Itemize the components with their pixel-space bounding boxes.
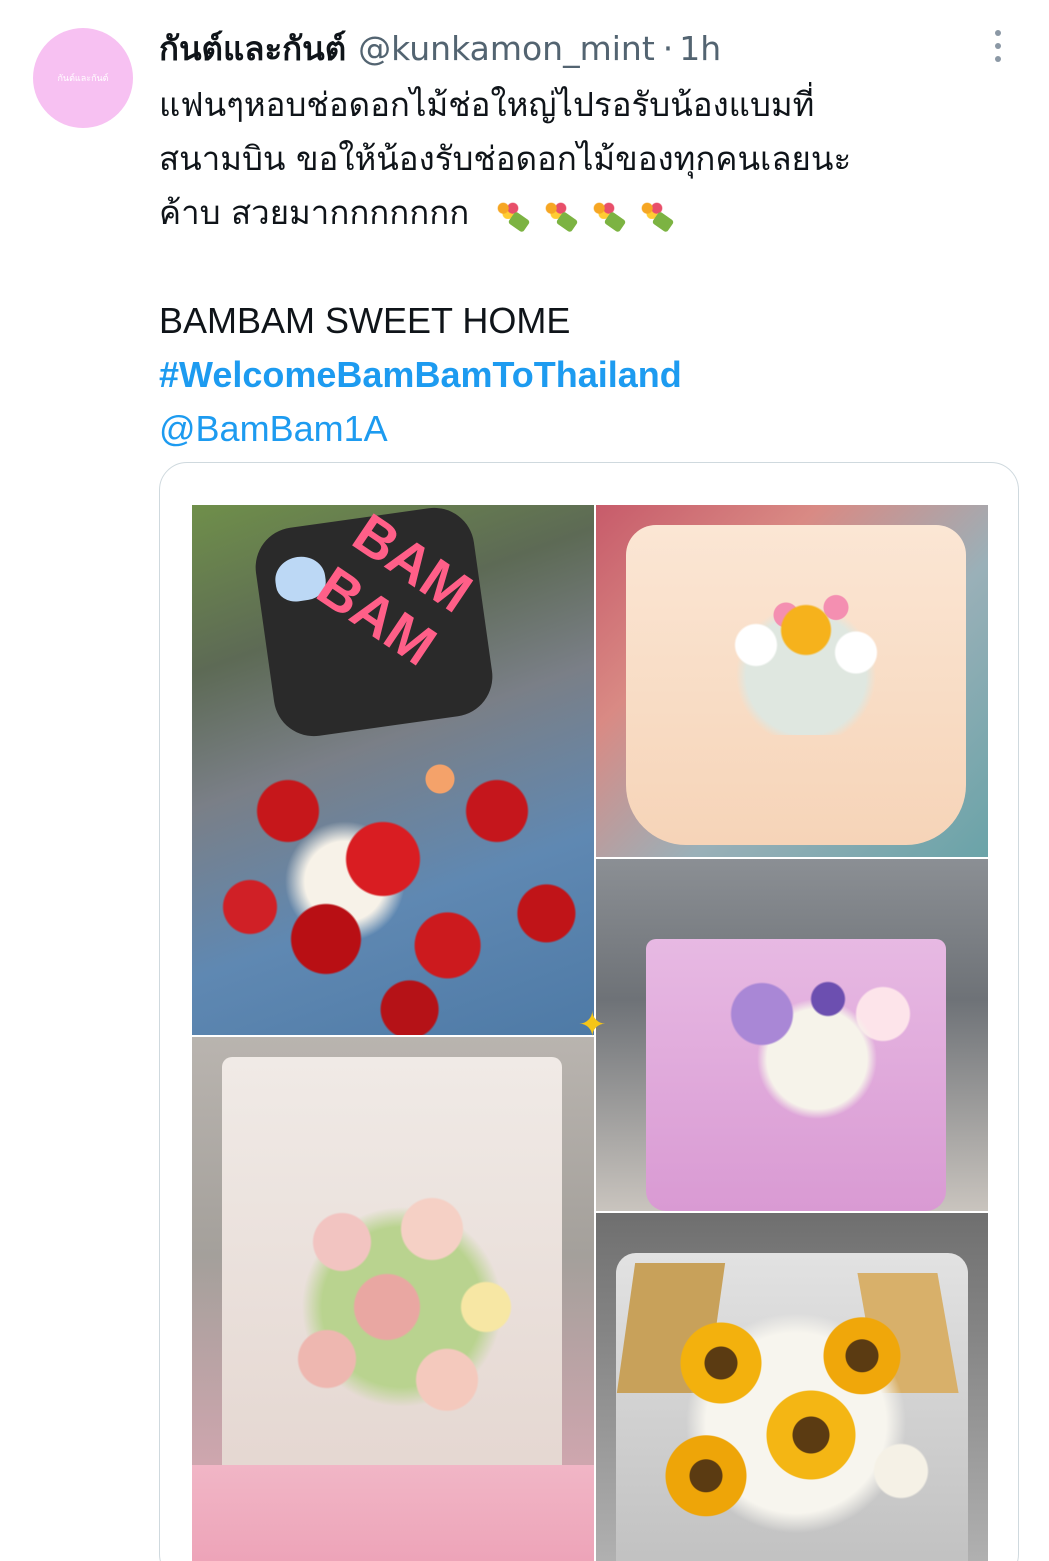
- tweet-text-line: สนามบิน ขอให้น้องรับช่อดอกไม้ของทุกคนเลย…: [159, 139, 852, 178]
- red-roses-bouquet: [212, 715, 592, 1035]
- pink-roses-photo[interactable]: [192, 1037, 594, 1561]
- user-handle[interactable]: @kunkamon_mint: [358, 29, 655, 68]
- bouquet-emoji-icon: [490, 197, 534, 233]
- avatar[interactable]: กันต์และกันต์: [33, 28, 133, 128]
- cream-bouquet-photo[interactable]: [596, 505, 988, 857]
- bambam-sign: BAM BAM: [250, 505, 498, 742]
- bouquet-emoji-icon: [586, 197, 630, 233]
- bouquet-emoji-icon: [634, 197, 678, 233]
- mention-link[interactable]: @BamBam1A: [159, 402, 1019, 456]
- purple-bouquet-flowers: [696, 969, 916, 1119]
- tweet-header: กันต์และกันต์ @kunkamon_mint · 1h: [159, 26, 721, 70]
- separator-dot: ·: [662, 28, 674, 68]
- sunflower-bouquet-photo[interactable]: [596, 1213, 988, 1561]
- avatar-text: กันต์และกันต์: [57, 74, 109, 84]
- purple-bouquet-photo[interactable]: [596, 859, 988, 1211]
- bouquet-emoji-group: [490, 197, 678, 233]
- bouquet-emoji-icon: [538, 197, 582, 233]
- red-roses-photo[interactable]: BAM BAM: [192, 505, 594, 1035]
- tweet-text-fragment: ค้าบ สวยมากกกกกกก: [159, 193, 470, 232]
- timestamp[interactable]: 1h: [679, 29, 721, 68]
- sunflowers: [646, 1303, 946, 1543]
- hashtag-link[interactable]: #WelcomeBamBamToThailand: [159, 348, 1019, 402]
- pink-roses-flowers: [252, 1177, 552, 1437]
- cream-bouquet-flowers: [706, 585, 906, 735]
- tweet[interactable]: กันต์และกันต์ กันต์และกันต์ @kunkamon_mi…: [0, 0, 1049, 1561]
- tweet-text: แฟนๆหอบช่อดอกไม้ช่อใหญ่ไปรอรับน้องแบมที่…: [159, 78, 1019, 456]
- tweet-text-line: ค้าบ สวยมากกกกกกก: [159, 186, 1019, 240]
- sign-text: BAM BAM: [306, 505, 484, 678]
- media-card[interactable]: BAM BAM ✦: [159, 462, 1019, 1561]
- display-name[interactable]: กันต์และกันต์: [159, 22, 346, 75]
- tweet-text-line: แฟนๆหอบช่อดอกไม้ช่อใหญ่ไปรอรับน้องแบมที่: [159, 85, 815, 124]
- sparkle-icon: ✦: [578, 1005, 607, 1045]
- tagline: BAMBAM SWEET HOME: [159, 300, 571, 341]
- photo-collage[interactable]: BAM BAM ✦: [192, 505, 988, 1561]
- pink-paper: [192, 1465, 594, 1561]
- more-vertical-icon[interactable]: [984, 30, 1012, 62]
